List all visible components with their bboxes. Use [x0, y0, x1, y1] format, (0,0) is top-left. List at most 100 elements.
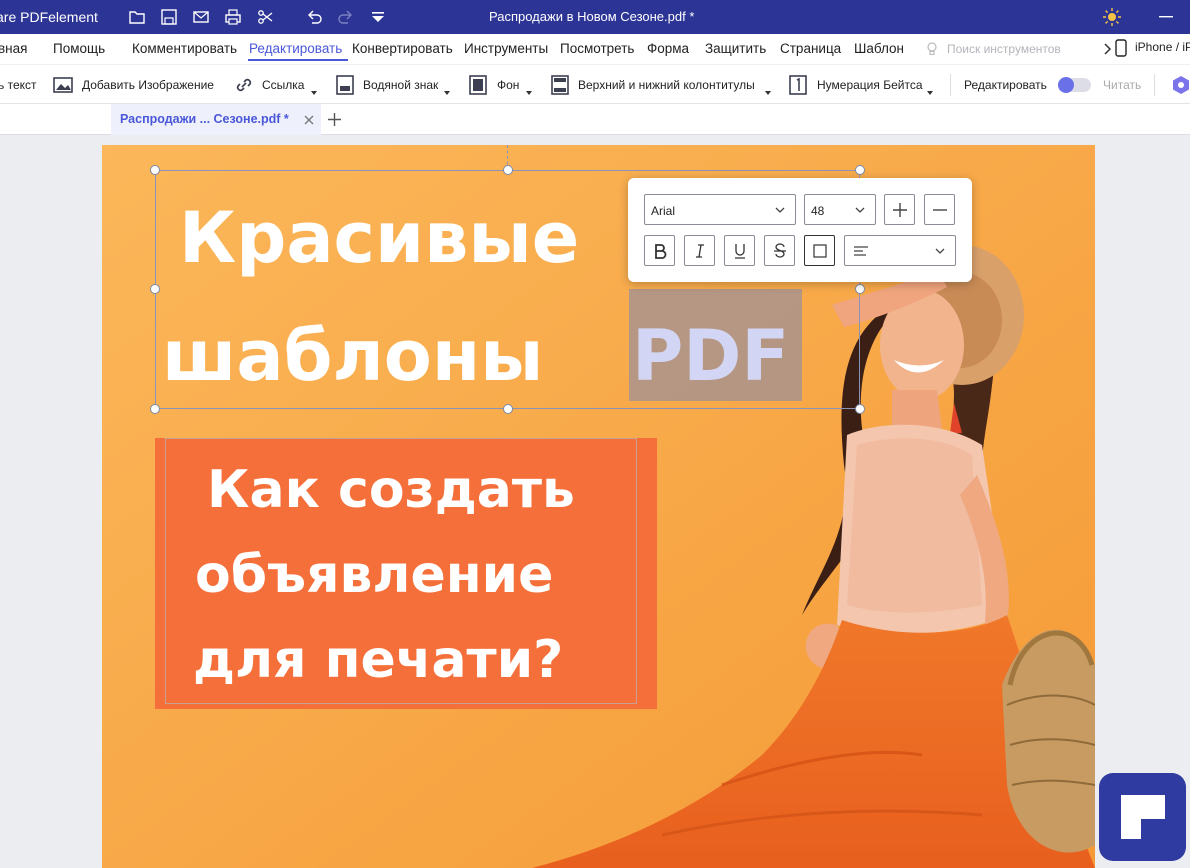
italic-button[interactable] [684, 235, 715, 266]
resize-handle-bottom-right[interactable] [855, 404, 865, 414]
background-button[interactable]: Фон [497, 78, 519, 92]
document-tab-bar: Распродажи ... Сезоне.pdf * [0, 104, 1190, 135]
bates-numbering-icon [789, 75, 807, 95]
close-tab-icon[interactable] [303, 114, 315, 126]
phone-icon [1115, 39, 1127, 57]
font-family-select[interactable]: Arial [644, 194, 796, 225]
active-menu-underline [248, 59, 348, 61]
box-line-1[interactable]: Как создать [207, 460, 575, 520]
background-dropdown-caret[interactable] [526, 91, 532, 95]
italic-icon [696, 244, 704, 258]
menu-home[interactable]: вная [0, 41, 27, 56]
edit-toolbar: ь текст Добавить Изображение Ссылка Водя… [0, 64, 1190, 104]
redo-icon[interactable] [336, 7, 356, 27]
resize-handle-left[interactable] [150, 284, 160, 294]
font-size-select[interactable]: 48 [804, 194, 876, 225]
underline-button[interactable] [724, 235, 755, 266]
font-family-value: Arial [651, 204, 676, 218]
open-folder-icon[interactable] [127, 7, 147, 27]
menu-page[interactable]: Страница [780, 41, 841, 56]
text-format-popup: Arial 48 [628, 178, 972, 282]
add-image-icon [53, 77, 73, 93]
bates-numbering-button[interactable]: Нумерация Бейтса [817, 78, 923, 92]
save-icon[interactable] [159, 7, 179, 27]
call-to-action-box: Как создать объявление для печати? [155, 438, 657, 709]
minimize-icon[interactable] [1155, 7, 1175, 27]
menu-view[interactable]: Посмотреть [560, 41, 634, 56]
menu-help[interactable]: Помощь [53, 41, 105, 56]
watermark-icon [336, 75, 354, 95]
box-line-3[interactable]: для печати? [193, 630, 563, 690]
resize-handle-right[interactable] [855, 284, 865, 294]
pdfelement-logo-button[interactable] [1099, 773, 1186, 861]
resize-handle-top[interactable] [503, 165, 513, 175]
underline-icon [735, 244, 745, 259]
menu-protect[interactable]: Защитить [705, 41, 766, 56]
chevron-down-icon [935, 248, 945, 254]
resize-handle-bottom[interactable] [503, 404, 513, 414]
tool-search-input[interactable]: Поиск инструментов [947, 42, 1061, 56]
chevron-right-icon[interactable] [1103, 42, 1113, 56]
email-icon[interactable] [191, 7, 211, 27]
decrease-font-size-button[interactable] [924, 194, 955, 225]
link-icon [236, 78, 252, 92]
bold-icon [655, 244, 667, 259]
menu-form[interactable]: Форма [647, 41, 689, 56]
strikethrough-icon [774, 243, 786, 258]
strikethrough-button[interactable] [764, 235, 795, 266]
bold-button[interactable] [644, 235, 675, 266]
menu-edit[interactable]: Редактировать [249, 41, 342, 56]
toolbar-divider [950, 74, 951, 96]
header-footer-button[interactable]: Верхний и нижний колонтитулы [578, 78, 755, 92]
align-left-icon [854, 246, 868, 256]
pdfelement-logo-icon [1121, 795, 1165, 839]
theme-sun-icon[interactable] [1102, 7, 1122, 27]
more-tools-icon[interactable] [1170, 74, 1190, 96]
alignment-select[interactable] [844, 235, 956, 266]
document-tab[interactable]: Распродажи ... Сезоне.pdf * [111, 104, 321, 135]
text-color-button[interactable] [804, 235, 835, 266]
watermark-dropdown-caret[interactable] [444, 91, 450, 95]
link-button[interactable]: Ссылка [262, 78, 304, 92]
watermark-button[interactable]: Водяной знак [363, 78, 438, 92]
add-text-button[interactable]: ь текст [0, 78, 37, 92]
header-footer-dropdown-caret[interactable] [765, 91, 771, 95]
lightbulb-icon [927, 42, 937, 56]
resize-handle-top-right[interactable] [855, 165, 865, 175]
tab-label: Распродажи ... Сезоне.pdf * [120, 112, 289, 126]
document-canvas: Красивые шаблоны PDF Как создать объявле… [0, 135, 1190, 868]
edit-read-toggle[interactable] [1058, 77, 1091, 93]
menu-bar: вная Помощь Комментировать Редактировать… [0, 34, 1190, 64]
increase-font-size-button[interactable] [884, 194, 915, 225]
bates-dropdown-caret[interactable] [927, 91, 933, 95]
color-square-icon [813, 244, 827, 258]
new-tab-plus-icon[interactable] [327, 112, 342, 127]
device-label[interactable]: iPhone / iP [1135, 40, 1190, 54]
menu-comment[interactable]: Комментировать [132, 41, 237, 56]
menu-convert[interactable]: Конвертировать [352, 41, 453, 56]
resize-handle-bottom-left[interactable] [150, 404, 160, 414]
add-image-button[interactable]: Добавить Изображение [82, 78, 214, 92]
menu-tools[interactable]: Инструменты [464, 41, 548, 56]
title-bar: are PDFelement Распродажи в Новом Сезоне… [0, 0, 1190, 34]
link-dropdown-caret[interactable] [311, 91, 317, 95]
print-icon[interactable] [223, 7, 243, 27]
resize-handle-top-left[interactable] [150, 165, 160, 175]
edit-mode-label: Редактировать [964, 78, 1047, 92]
read-mode-label: Читать [1103, 78, 1142, 92]
toggle-knob [1058, 77, 1074, 93]
toolbar-divider [1154, 74, 1155, 96]
plus-icon [893, 203, 907, 217]
undo-icon[interactable] [304, 7, 324, 27]
box-line-2[interactable]: объявление [195, 545, 553, 605]
menu-template[interactable]: Шаблон [854, 41, 904, 56]
scissors-icon[interactable] [255, 7, 275, 27]
quick-access-dropdown-icon[interactable] [368, 7, 388, 27]
document-title: Распродажи в Новом Сезоне.pdf * [489, 9, 695, 24]
app-title: are PDFelement [0, 9, 98, 25]
minus-icon [933, 209, 947, 211]
font-size-value: 48 [811, 204, 825, 218]
chevron-down-icon [775, 207, 785, 213]
background-icon [469, 75, 487, 95]
chevron-down-icon [855, 207, 865, 213]
